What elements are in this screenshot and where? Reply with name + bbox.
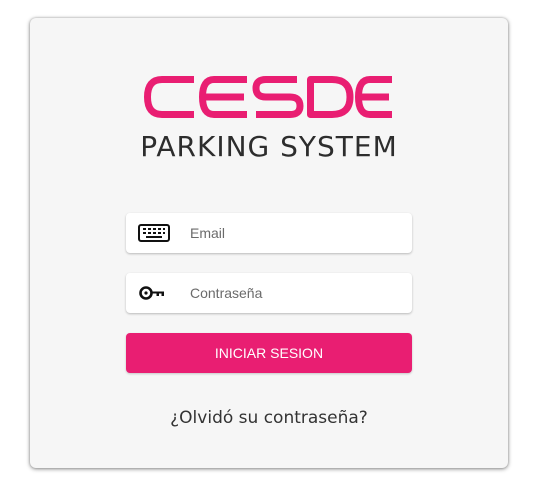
keyboard-icon <box>138 223 170 243</box>
email-field[interactable] <box>126 213 412 253</box>
password-field[interactable] <box>126 273 412 313</box>
login-button[interactable]: INICIAR SESION <box>126 333 412 373</box>
cesde-logo <box>30 76 508 118</box>
login-card: PARKING SYSTEM Email INICIAR SESION ¿Olv… <box>30 18 508 468</box>
key-icon <box>138 283 170 303</box>
forgot-password-link[interactable]: ¿Olvidó su contraseña? <box>30 408 508 428</box>
password-input[interactable] <box>190 273 400 313</box>
app-subtitle: PARKING SYSTEM <box>140 130 398 163</box>
email-input[interactable] <box>190 213 400 253</box>
